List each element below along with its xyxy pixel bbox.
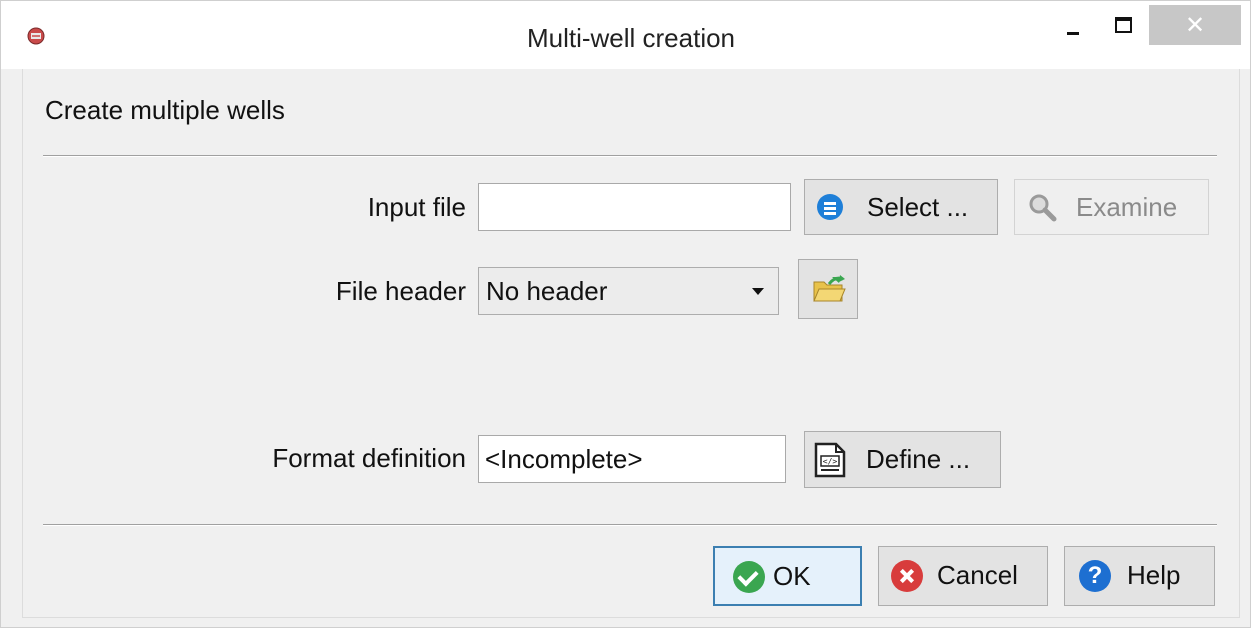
- cancel-button-label: Cancel: [937, 560, 1018, 590]
- open-header-button[interactable]: [798, 259, 858, 319]
- file-header-label: File header: [335, 276, 466, 306]
- close-button[interactable]: ✕: [1149, 5, 1241, 45]
- maximize-button[interactable]: [1099, 5, 1149, 45]
- top-separator: [43, 155, 1217, 157]
- format-definition-label: Format definition: [272, 443, 466, 473]
- open-folder-icon: [813, 275, 846, 302]
- help-button[interactable]: ? Help: [1064, 546, 1215, 606]
- select-button[interactable]: Select ...: [804, 179, 998, 235]
- examine-button[interactable]: Examine: [1014, 179, 1209, 235]
- title-bar[interactable]: Multi-well creation ✕: [1, 1, 1250, 69]
- svg-text:</>: </>: [823, 457, 838, 466]
- minimize-button[interactable]: [1049, 5, 1099, 45]
- format-definition-field[interactable]: <Incomplete>: [478, 435, 786, 483]
- help-icon: ?: [1079, 560, 1111, 592]
- ok-button-label: OK: [773, 561, 811, 591]
- dialog-subtitle: Create multiple wells: [45, 95, 285, 125]
- magnifier-icon: [1029, 194, 1057, 222]
- examine-button-label: Examine: [1076, 192, 1178, 222]
- chevron-down-icon: [752, 288, 764, 295]
- list-icon: [817, 194, 843, 220]
- input-file-field[interactable]: [478, 183, 791, 231]
- document-code-icon: </>: [814, 442, 846, 478]
- file-header-value: No header: [486, 276, 608, 306]
- ok-button[interactable]: OK: [713, 546, 862, 606]
- define-button[interactable]: </> Define ...: [804, 431, 1001, 488]
- cancel-icon: [891, 560, 923, 592]
- dialog-body: Create multiple wells Input file Select …: [22, 69, 1240, 618]
- input-file-label: Input file: [367, 192, 466, 222]
- check-icon: [733, 561, 765, 593]
- select-button-label: Select ...: [867, 192, 969, 222]
- close-icon: ✕: [1184, 11, 1206, 39]
- cancel-button[interactable]: Cancel: [878, 546, 1048, 606]
- bottom-separator: [43, 524, 1217, 526]
- dialog-window: Multi-well creation ✕ Create multiple we…: [0, 0, 1251, 628]
- help-button-label: Help: [1127, 560, 1181, 590]
- file-header-select[interactable]: No header: [478, 267, 779, 315]
- define-button-label: Define ...: [866, 444, 971, 474]
